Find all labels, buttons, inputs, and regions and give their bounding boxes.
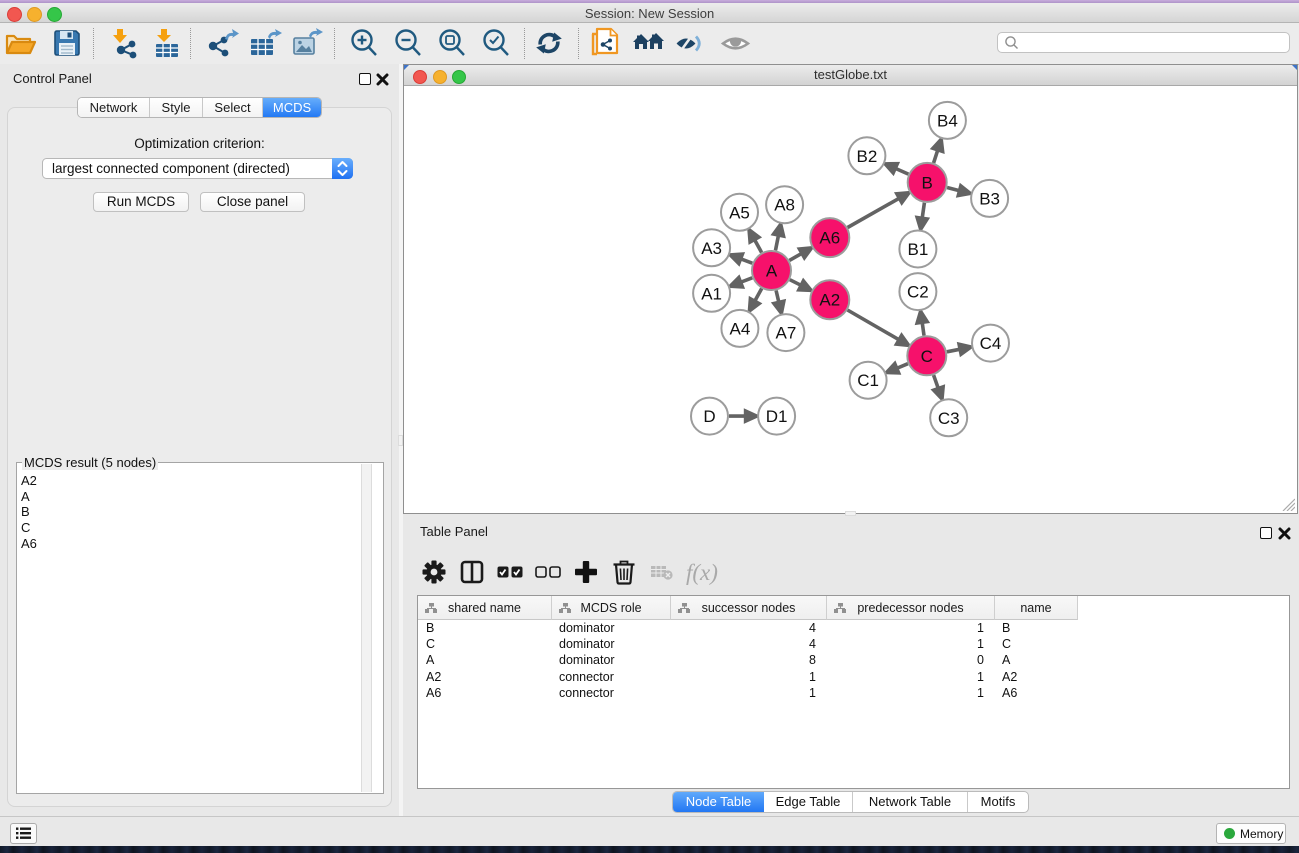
svg-text:A: A <box>766 262 778 281</box>
svg-text:B: B <box>922 173 933 192</box>
svg-text:A7: A7 <box>776 324 797 343</box>
svg-text:A6: A6 <box>819 229 840 248</box>
svg-text:A4: A4 <box>730 319 751 338</box>
svg-text:C1: C1 <box>857 371 879 390</box>
svg-text:C3: C3 <box>938 409 960 428</box>
svg-text:C2: C2 <box>907 283 929 302</box>
svg-text:A5: A5 <box>729 203 750 222</box>
svg-text:C: C <box>921 347 933 366</box>
svg-text:B4: B4 <box>937 111 958 130</box>
svg-text:f(x): f(x) <box>686 560 718 585</box>
svg-text:A2: A2 <box>819 291 840 310</box>
svg-text:B1: B1 <box>908 240 929 259</box>
svg-text:A8: A8 <box>774 196 795 215</box>
svg-text:C4: C4 <box>980 334 1002 353</box>
svg-text:B3: B3 <box>979 189 1000 208</box>
svg-text:A1: A1 <box>701 284 722 303</box>
svg-text:D: D <box>703 407 715 426</box>
svg-text:B2: B2 <box>857 147 878 166</box>
svg-text:A3: A3 <box>701 239 722 258</box>
svg-text:D1: D1 <box>766 407 788 426</box>
